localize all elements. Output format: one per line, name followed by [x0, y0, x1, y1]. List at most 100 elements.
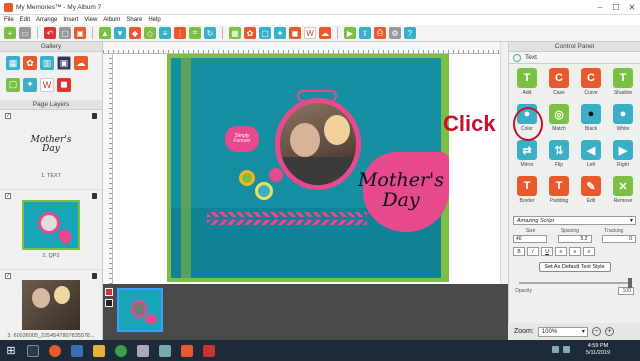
- match-icon[interactable]: ◎: [549, 104, 569, 124]
- undo-icon[interactable]: ↶: [44, 27, 56, 39]
- app-icon[interactable]: [176, 340, 198, 361]
- butterfly-icon[interactable]: ✦: [274, 27, 286, 39]
- ungroup-icon[interactable]: ◇: [144, 27, 156, 39]
- rotate-right-icon[interactable]: ▶: [613, 140, 633, 160]
- butterfly-icon[interactable]: ✦: [23, 77, 37, 92]
- menu-arrange[interactable]: Arrange: [36, 17, 57, 23]
- text-tool-shadow[interactable]: T Shadow: [608, 68, 638, 102]
- layer-visible-checkbox[interactable]: ✓: [5, 193, 11, 199]
- close-button[interactable]: ✕: [624, 0, 640, 15]
- curve-icon[interactable]: C: [581, 68, 601, 88]
- rotate-left-icon[interactable]: ◀: [581, 140, 601, 160]
- align-center-icon[interactable]: ≡: [569, 247, 581, 256]
- vertical-scrollbar[interactable]: [500, 42, 508, 284]
- mirror-icon[interactable]: ⇄: [517, 140, 537, 160]
- taskbar-search-icon[interactable]: [22, 340, 44, 361]
- page-icon[interactable]: ▢: [59, 27, 71, 39]
- cloud-icon[interactable]: ☁: [319, 27, 331, 39]
- menu-help[interactable]: Help: [148, 17, 160, 23]
- layer-item-photo[interactable]: ✓ 3. 60036005_2254547807835578...: [0, 270, 102, 350]
- layer-item-text[interactable]: ✓ Mother's Day 1. TEXT: [0, 110, 102, 190]
- menu-share[interactable]: Share: [126, 17, 142, 23]
- spacing-input[interactable]: 5.2: [557, 235, 592, 243]
- papers-icon[interactable]: ▥: [40, 56, 54, 70]
- text-tool-right[interactable]: ▶ Right: [608, 140, 638, 174]
- crop-icon[interactable]: ⌗: [189, 27, 201, 39]
- align-right-icon[interactable]: ≡: [583, 247, 595, 256]
- padding-icon[interactable]: T: [549, 176, 569, 196]
- text-tool-curve[interactable]: C Curve: [576, 68, 606, 102]
- embellishment-icon[interactable]: ✿: [244, 27, 256, 39]
- preview-icon[interactable]: ▶: [344, 27, 356, 39]
- font-select[interactable]: Amazing Script: [513, 216, 636, 225]
- black-drop-icon[interactable]: ●: [581, 104, 601, 124]
- white-drop-icon[interactable]: ●: [613, 104, 633, 124]
- zoom-out-button[interactable]: −: [591, 327, 601, 336]
- minimize-button[interactable]: –: [592, 0, 608, 15]
- page-options-icon[interactable]: [105, 299, 113, 307]
- text-tool-add[interactable]: T Add: [512, 68, 542, 102]
- add-page-icon[interactable]: [105, 288, 113, 296]
- text-tool-border[interactable]: T Border: [512, 176, 542, 210]
- share-icon[interactable]: ⇪: [359, 27, 371, 39]
- network-icon[interactable]: [552, 346, 559, 353]
- photo-icon[interactable]: ▦: [229, 27, 241, 39]
- heart-tag[interactable]: Simply Forever: [225, 126, 259, 152]
- menu-file[interactable]: File: [4, 17, 14, 23]
- lock-icon[interactable]: [92, 193, 97, 199]
- border-icon[interactable]: T: [517, 176, 537, 196]
- align-left-icon[interactable]: ≡: [555, 247, 567, 256]
- store-icon[interactable]: [154, 340, 176, 361]
- settings-icon[interactable]: ⚙: [389, 27, 401, 39]
- layer-visible-checkbox[interactable]: ✓: [5, 113, 11, 119]
- cloud-icon[interactable]: ☁: [74, 56, 88, 70]
- set-default-text-style-button[interactable]: Set As Default Text Style: [538, 262, 611, 272]
- lock-icon[interactable]: [92, 273, 97, 279]
- new-icon[interactable]: +: [4, 27, 16, 39]
- distribute-icon[interactable]: ⋮: [174, 27, 186, 39]
- opacity-slider-handle[interactable]: [628, 278, 632, 288]
- text-tool-edit[interactable]: ✎ Edit: [576, 176, 606, 210]
- chrome-icon[interactable]: [110, 340, 132, 361]
- remove-icon[interactable]: ✕: [613, 176, 633, 196]
- frame-icon[interactable]: ▢: [259, 27, 271, 39]
- open-icon[interactable]: ▭: [19, 27, 31, 39]
- shadow-icon[interactable]: T: [613, 68, 633, 88]
- rotate-icon[interactable]: ↻: [204, 27, 216, 39]
- zoom-in-button[interactable]: +: [604, 327, 614, 336]
- send-back-icon[interactable]: ▼: [114, 27, 126, 39]
- templates-icon[interactable]: ▣: [57, 56, 71, 70]
- mail-icon[interactable]: [66, 340, 88, 361]
- lock-icon[interactable]: [92, 113, 97, 119]
- page-thumbnail[interactable]: [117, 288, 163, 332]
- photos-icon[interactable]: ▦: [6, 56, 20, 70]
- menu-view[interactable]: View: [84, 17, 97, 23]
- maximize-button[interactable]: ☐: [608, 0, 624, 15]
- frames-icon[interactable]: ▢: [6, 77, 20, 92]
- text-tool-left[interactable]: ◀ Left: [576, 140, 606, 174]
- shape-icon[interactable]: ◼: [289, 27, 301, 39]
- text-tool-padding[interactable]: T Padding: [544, 176, 574, 210]
- bring-front-icon[interactable]: ▲: [99, 27, 111, 39]
- align-icon[interactable]: ≡: [159, 27, 171, 39]
- text-tool-mirror[interactable]: ⇄ Mirror: [512, 140, 542, 174]
- layer-item-qp2[interactable]: ✓ 2. QP2: [0, 190, 102, 270]
- opacity-slider[interactable]: [519, 278, 632, 288]
- title-text[interactable]: Mother's Day: [353, 170, 449, 210]
- photos-app-icon[interactable]: [132, 340, 154, 361]
- layer-visible-checkbox[interactable]: ✓: [5, 273, 11, 279]
- text-tool-flip[interactable]: ⇅ Flip: [544, 140, 574, 174]
- size-input[interactable]: 40: [513, 235, 547, 243]
- my-memories-taskbar-icon[interactable]: [198, 340, 220, 361]
- bold-button[interactable]: B: [513, 247, 525, 256]
- volume-icon[interactable]: [563, 346, 570, 353]
- group-icon[interactable]: ◆: [129, 27, 141, 39]
- start-icon[interactable]: ⊞: [0, 340, 22, 361]
- text-tool-white[interactable]: ● White: [608, 104, 638, 138]
- zoom-select[interactable]: 100%: [537, 326, 588, 337]
- taskbar-clock[interactable]: 4:59 PM 5/11/2019: [586, 343, 610, 357]
- menu-insert[interactable]: Insert: [63, 17, 78, 23]
- menu-edit[interactable]: Edit: [20, 17, 30, 23]
- word-art-icon[interactable]: W: [40, 77, 54, 92]
- word-art-icon[interactable]: W: [304, 27, 316, 39]
